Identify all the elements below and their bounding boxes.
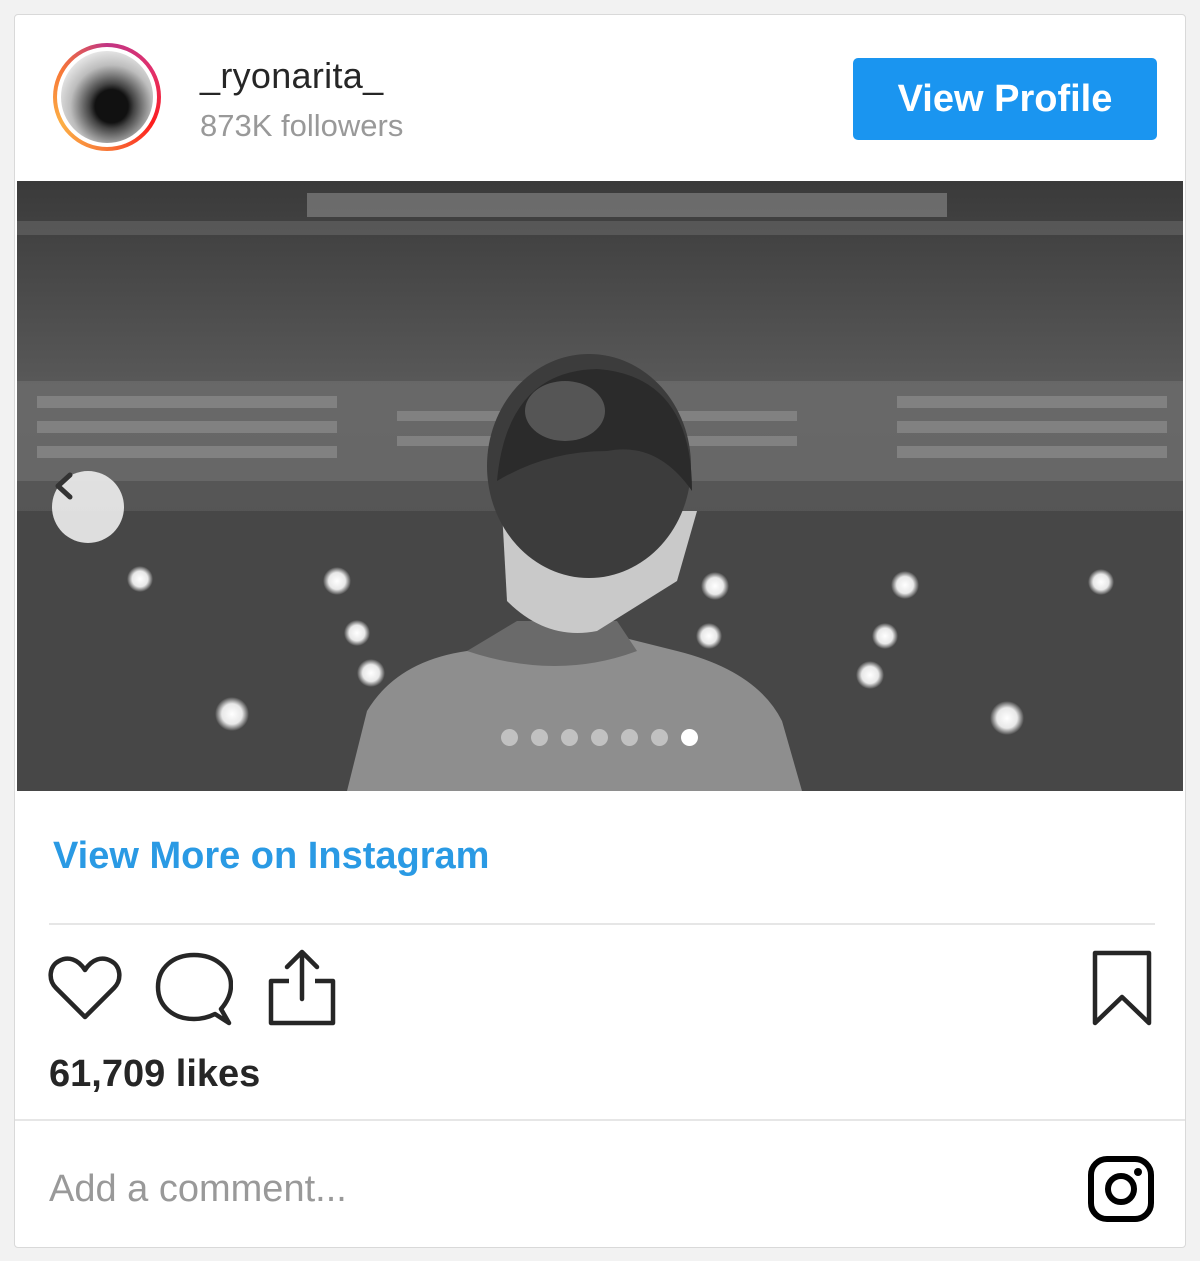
avatar-image [61, 51, 153, 143]
carousel-dot [561, 729, 578, 746]
carousel-dot [621, 729, 638, 746]
post-photo[interactable] [17, 181, 1183, 791]
carousel-indicator [501, 729, 698, 746]
instagram-icon[interactable] [1087, 1155, 1155, 1223]
bookmark-icon[interactable] [1091, 949, 1153, 1027]
share-icon[interactable] [267, 947, 337, 1027]
instagram-embed-card: _ryonarita_ 873K followers View Profile [14, 14, 1186, 1248]
chevron-left-icon [55, 472, 73, 500]
photo-image [17, 181, 1183, 791]
divider [15, 1119, 1185, 1121]
carousel-dot [531, 729, 548, 746]
post-header: _ryonarita_ 873K followers View Profile [15, 15, 1185, 181]
action-bar [15, 945, 1185, 1045]
view-more-link[interactable]: View More on Instagram [53, 835, 489, 878]
comment-input[interactable] [49, 1163, 1029, 1215]
view-profile-button[interactable]: View Profile [853, 58, 1157, 140]
username[interactable]: _ryonarita_ [200, 55, 383, 97]
like-count: 61,709 likes [49, 1053, 261, 1095]
divider [49, 923, 1155, 925]
avatar[interactable] [53, 43, 161, 151]
carousel-dot [501, 729, 518, 746]
follower-count: 873K followers [200, 108, 404, 143]
heart-icon[interactable] [47, 953, 123, 1023]
avatar-border [57, 47, 157, 147]
comment-bubble-icon[interactable] [155, 951, 233, 1027]
carousel-dot [591, 729, 608, 746]
carousel-dot [651, 729, 668, 746]
previous-slide-button[interactable] [52, 471, 124, 543]
carousel-dot [681, 729, 698, 746]
